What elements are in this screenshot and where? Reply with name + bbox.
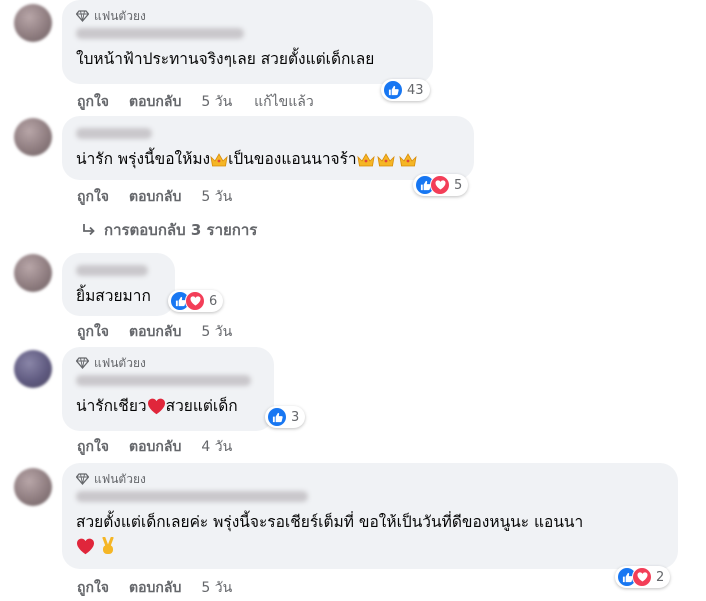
comment-text: สวยตั้งแต่เด็กเลยค่ะ พรุ่งนี้จะรอเชียร์เ… bbox=[76, 513, 584, 531]
diamond-icon bbox=[76, 473, 89, 485]
like-button[interactable]: ถูกใจ bbox=[77, 91, 109, 113]
comment-text-part: น่ารักเชียว bbox=[76, 397, 147, 415]
crown-emoji bbox=[399, 152, 417, 166]
top-fan-badge: แฟนตัวยง bbox=[76, 8, 419, 24]
crown-emoji bbox=[357, 152, 375, 166]
commenter-avatar[interactable] bbox=[14, 4, 52, 42]
reply-button[interactable]: ตอบกลับ bbox=[129, 91, 181, 113]
timestamp[interactable]: 5 วัน bbox=[201, 577, 232, 599]
timestamp[interactable]: 5 วัน bbox=[201, 91, 232, 113]
reply-button[interactable]: ตอบกลับ bbox=[129, 321, 181, 343]
comment-actions: ถูกใจ ตอบกลับ 5 วัน bbox=[77, 579, 254, 597]
comment-actions: ถูกใจ ตอบกลับ 5 วัน แก้ไขแล้ว bbox=[77, 93, 334, 111]
comment-text: น่ารัก พรุ่งนี้ขอให้มง เป็นของแอนนาจร้า bbox=[76, 147, 460, 171]
comment-text-part: เป็นของแอนนาจร้า bbox=[228, 150, 357, 168]
badge-label: แฟนตัวยง bbox=[94, 471, 146, 486]
reply-arrow-icon bbox=[83, 224, 95, 236]
comment-bubble: แฟนตัวยง น่ารักเชียว สวยแต่เด็ก bbox=[62, 347, 274, 431]
like-button[interactable]: ถูกใจ bbox=[77, 321, 109, 343]
commenter-name-blurred[interactable] bbox=[76, 265, 148, 276]
comment-actions: ถูกใจ ตอบกลับ 5 วัน bbox=[77, 188, 254, 206]
like-icon bbox=[267, 407, 287, 427]
reaction-summary[interactable]: 6 bbox=[168, 290, 224, 312]
reaction-count: 6 bbox=[209, 293, 218, 309]
reply-button[interactable]: ตอบกลับ bbox=[129, 577, 181, 599]
reaction-count: 5 bbox=[454, 177, 463, 193]
crown-emoji bbox=[210, 152, 228, 166]
reaction-summary[interactable]: 43 bbox=[381, 79, 430, 101]
timestamp[interactable]: 5 วัน bbox=[201, 321, 232, 343]
comment-actions: ถูกใจ ตอบกลับ 5 วัน bbox=[77, 323, 254, 341]
heart-emoji bbox=[147, 398, 165, 415]
comment-text: น่ารักเชียว สวยแต่เด็ก bbox=[76, 394, 260, 418]
comment-bubble: ยิ้มสวยมาก bbox=[62, 253, 175, 316]
diamond-icon bbox=[76, 10, 89, 22]
reaction-summary[interactable]: 5 bbox=[413, 174, 469, 196]
love-icon bbox=[185, 291, 205, 311]
like-button[interactable]: ถูกใจ bbox=[77, 577, 109, 599]
comment-bubble: แฟนตัวยง ใบหน้าฟ้าประทานจริงๆเลย สวยตั้ง… bbox=[62, 0, 433, 84]
comment-text: ยิ้มสวยมาก bbox=[76, 287, 151, 305]
commenter-name-blurred[interactable] bbox=[76, 28, 244, 39]
reaction-count: 2 bbox=[656, 569, 665, 585]
like-button[interactable]: ถูกใจ bbox=[77, 186, 109, 208]
timestamp[interactable]: 5 วัน bbox=[201, 186, 232, 208]
comment-actions: ถูกใจ ตอบกลับ 4 วัน bbox=[77, 438, 254, 456]
crown-emoji bbox=[377, 152, 395, 166]
commenter-name-blurred[interactable] bbox=[76, 491, 308, 502]
diamond-icon bbox=[76, 357, 89, 369]
comment-bubble: แฟนตัวยง สวยตั้งแต่เด็กเลยค่ะ พรุ่งนี้จะ… bbox=[62, 463, 678, 569]
commenter-name-blurred[interactable] bbox=[76, 128, 152, 139]
reaction-summary[interactable]: 3 bbox=[265, 406, 306, 428]
edited-label: แก้ไขแล้ว bbox=[254, 94, 314, 110]
replies-label: การตอบกลับ 3 รายการ bbox=[104, 221, 258, 239]
commenter-name-blurred[interactable] bbox=[76, 375, 251, 386]
commenter-avatar[interactable] bbox=[14, 350, 52, 388]
love-icon bbox=[632, 567, 652, 587]
love-icon bbox=[430, 175, 450, 195]
reaction-count: 43 bbox=[407, 82, 424, 98]
reply-button[interactable]: ตอบกลับ bbox=[129, 186, 181, 208]
comment-bubble: น่ารัก พรุ่งนี้ขอให้มง เป็นของแอนนาจร้า bbox=[62, 116, 474, 180]
reaction-summary[interactable]: 2 bbox=[615, 566, 671, 588]
badge-label: แฟนตัวยง bbox=[94, 355, 146, 370]
comment-emoji-line bbox=[76, 534, 664, 558]
badge-label: แฟนตัวยง bbox=[94, 8, 146, 23]
victory-hand-emoji bbox=[102, 537, 114, 554]
reaction-count: 3 bbox=[291, 409, 300, 425]
view-replies-link[interactable]: การตอบกลับ 3 รายการ bbox=[82, 218, 257, 242]
commenter-avatar[interactable] bbox=[14, 118, 52, 156]
like-button[interactable]: ถูกใจ bbox=[77, 436, 109, 458]
commenter-avatar[interactable] bbox=[14, 254, 52, 292]
comment-text: ใบหน้าฟ้าประทานจริงๆเลย สวยตั้งแต่เด็กเล… bbox=[76, 50, 375, 68]
like-icon bbox=[383, 80, 403, 100]
comment-text-part: สวยแต่เด็ก bbox=[165, 397, 238, 415]
top-fan-badge: แฟนตัวยง bbox=[76, 355, 260, 371]
commenter-avatar[interactable] bbox=[14, 468, 52, 506]
comment-text-part: น่ารัก พรุ่งนี้ขอให้มง bbox=[76, 150, 211, 168]
timestamp[interactable]: 4 วัน bbox=[201, 436, 232, 458]
reply-button[interactable]: ตอบกลับ bbox=[129, 436, 181, 458]
heart-emoji bbox=[76, 538, 95, 555]
top-fan-badge: แฟนตัวยง bbox=[76, 471, 664, 487]
